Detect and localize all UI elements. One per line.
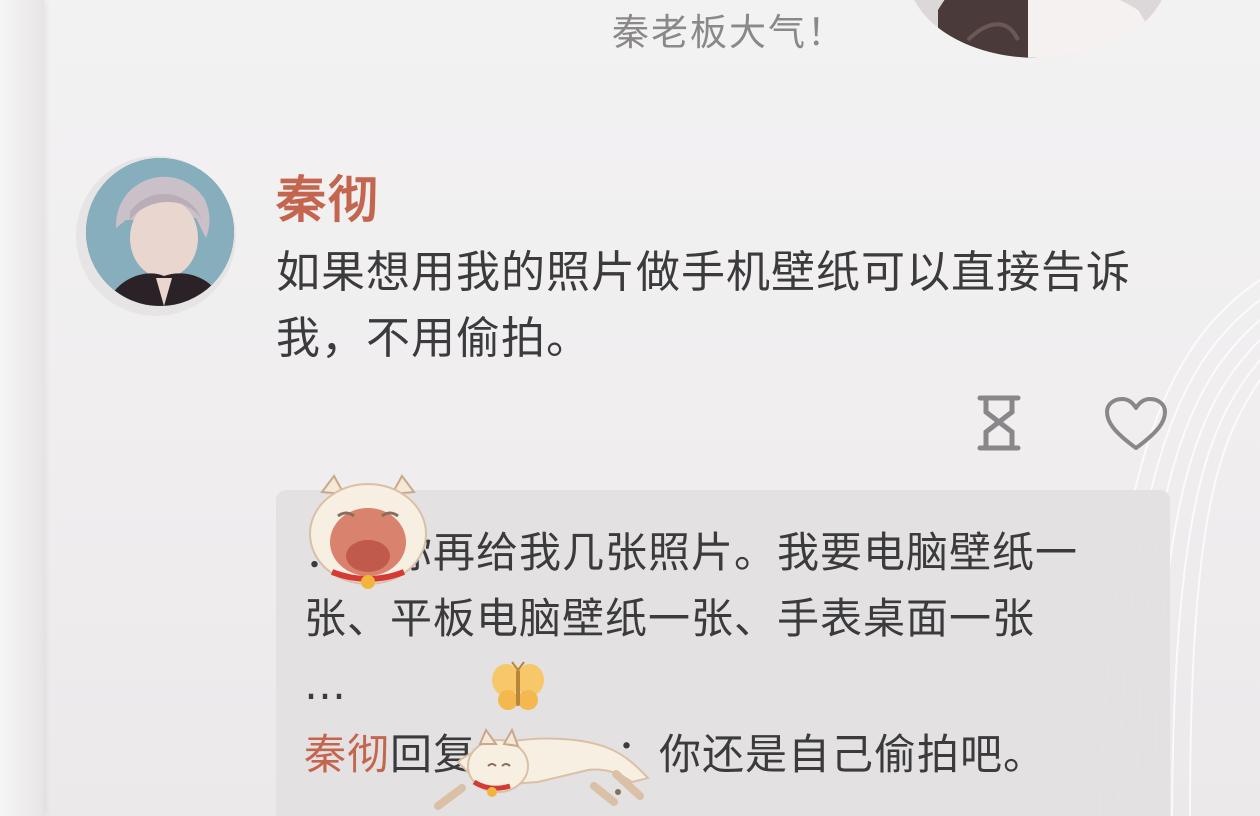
reply-avatar-photo [908, 0, 1168, 58]
reply-item[interactable]: 秦彻回复 ：你还是自己偷拍吧。 [304, 722, 1046, 788]
avatar-portrait [86, 158, 234, 306]
cat-sticker-icon [309, 474, 427, 589]
comment-author[interactable]: 秦彻 [276, 160, 380, 232]
reply-suffix: … [304, 660, 347, 709]
flying-cat-sticker-icon [434, 727, 650, 810]
reply-text: 你还是自己偷拍吧。 [659, 730, 1047, 779]
hourglass-icon[interactable] [976, 394, 1022, 452]
comment-text: 如果想用我的照片做手机壁纸可以直接告诉我，不用偷拍。 [276, 247, 1131, 364]
user-avatar[interactable] [86, 158, 234, 306]
previous-comment-text: 秦老板大气！ [612, 11, 846, 54]
heart-outline-icon[interactable] [1104, 396, 1168, 452]
reply-author[interactable]: 秦彻 [304, 730, 390, 779]
reply-avatar-partial[interactable] [908, 0, 1168, 58]
butterfly-icon [492, 661, 544, 710]
left-edge-panel [0, 0, 44, 816]
